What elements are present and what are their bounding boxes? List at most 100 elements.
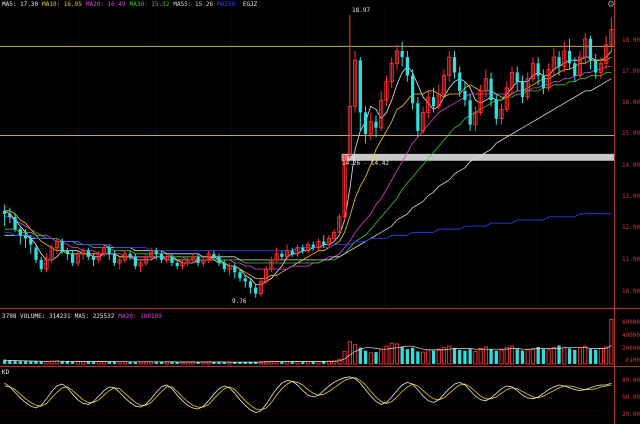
- volume-bar: [426, 349, 431, 365]
- volume-bar: [8, 360, 12, 364]
- volume-legend: 3798 VOLUME: 314231 MA5: 225532 MA20: 18…: [2, 313, 162, 320]
- candle-body: [536, 63, 540, 76]
- volume-bar: [170, 362, 174, 364]
- low-price-label: 9.76: [232, 298, 247, 305]
- candle-body: [520, 81, 525, 98]
- volume-bar: [117, 361, 122, 365]
- volume-bar: [588, 349, 593, 364]
- candle-body: [112, 253, 117, 263]
- osc-tick: 20.00: [621, 411, 640, 418]
- price-tick: 13.00: [621, 193, 640, 200]
- candle-body: [358, 60, 362, 113]
- volume-bar: [311, 361, 315, 364]
- candle-body: [405, 57, 410, 76]
- volume-bar: [525, 349, 530, 365]
- volume-bar: [358, 347, 362, 364]
- volume-bar: [23, 361, 28, 364]
- candle-body: [8, 213, 12, 217]
- volume-bar: [65, 361, 70, 364]
- osc-tick: 50.00: [621, 394, 640, 401]
- volume-bar: [96, 361, 101, 365]
- volume-bar: [290, 361, 294, 364]
- volume-bar: [222, 362, 226, 364]
- volume-bar: [546, 349, 551, 365]
- volume-bar: [389, 342, 394, 365]
- candle-body: [254, 287, 258, 294]
- volume-bar: [133, 361, 138, 364]
- volume-unit: X100: [625, 357, 640, 364]
- volume-bar: [175, 362, 179, 364]
- volume-value: 3798 VOLUME: 314231: [2, 313, 71, 320]
- candle-body: [65, 250, 70, 254]
- candle-body: [60, 241, 64, 251]
- candle-body: [311, 244, 315, 248]
- candle-body: [175, 262, 179, 267]
- candle-body: [86, 250, 90, 257]
- volume-bar: [101, 361, 107, 365]
- candle-body: [70, 253, 75, 263]
- volume-bar: [280, 361, 284, 364]
- volume-bar: [573, 349, 577, 364]
- candle-body: [494, 100, 498, 119]
- oscillator-legend: KD: [2, 369, 10, 376]
- candle-body: [23, 235, 28, 239]
- volume-tick: 20000: [621, 345, 640, 352]
- candle-body: [222, 262, 226, 270]
- candle-body: [13, 216, 17, 230]
- candle-body: [196, 256, 200, 263]
- volume-bar: [577, 347, 583, 365]
- volume-bar: [458, 349, 462, 364]
- price-tick: 11.00: [621, 256, 640, 263]
- volume-bar: [567, 348, 572, 364]
- volume-ma20: MA20: 180109: [118, 313, 162, 320]
- price-tick: 10.00: [621, 288, 640, 295]
- volume-bar: [368, 352, 373, 365]
- volume-bar: [39, 361, 43, 364]
- volume-bar: [91, 361, 96, 364]
- price-tick: 15.00: [621, 130, 640, 137]
- legend-ma20: MA20: 16.49: [85, 1, 126, 8]
- candle-body: [431, 97, 436, 107]
- candle-body: [567, 51, 572, 64]
- volume-bar: [494, 350, 498, 364]
- legend-ma30: MA30: 15.32: [129, 1, 170, 8]
- price-axis: 18.00 17.00 16.00 15.00 14.00 13.00 12.0…: [616, 0, 640, 306]
- volume-bar: [468, 349, 472, 364]
- legend-ma5: MA5: 17.30: [2, 1, 39, 8]
- volume-bar: [499, 349, 504, 365]
- volume-bar: [436, 348, 441, 365]
- volume-bar: [154, 361, 158, 364]
- price-tick: 18.00: [621, 37, 640, 44]
- candle-body: [280, 253, 284, 257]
- volume-bar: [316, 361, 321, 365]
- volume-bar: [416, 351, 420, 364]
- candle-body: [217, 256, 221, 263]
- price-tick: 14.00: [621, 162, 640, 169]
- legend-ma55: MA55: 15.26: [173, 1, 214, 8]
- volume-bar: [583, 345, 588, 365]
- stock-chart-screen: MA5: 17.30 MA10: 16.95 MA20: 16.49 MA30:…: [0, 0, 640, 424]
- volume-bar: [463, 350, 467, 364]
- volume-bar: [301, 361, 305, 364]
- candle-body: [2, 210, 7, 214]
- candle-body: [374, 121, 378, 128]
- volume-bar: [295, 361, 300, 365]
- settings-gear-icon[interactable]: ⚙: [607, 1, 616, 10]
- oscillator-axis: 80.00 50.00 20.00: [616, 368, 640, 424]
- volume-bar: [363, 350, 368, 364]
- candle-body: [238, 272, 242, 279]
- volume-bar: [394, 343, 399, 365]
- volume-bar: [405, 349, 410, 364]
- volume-bar: [515, 349, 519, 364]
- candle-body: [248, 281, 253, 288]
- volume-bar: [243, 362, 247, 364]
- volume-bar: [238, 362, 242, 364]
- volume-ma5: MA5: 225532: [74, 313, 115, 320]
- candle-body: [18, 229, 22, 236]
- volume-bar: [75, 361, 80, 365]
- volume-bar: [421, 351, 426, 365]
- legend-ma10: MA10: 16.95: [42, 1, 82, 8]
- ma-line-ma30: [4, 72, 612, 264]
- volume-bar: [504, 347, 509, 365]
- volume-bar: [70, 361, 75, 364]
